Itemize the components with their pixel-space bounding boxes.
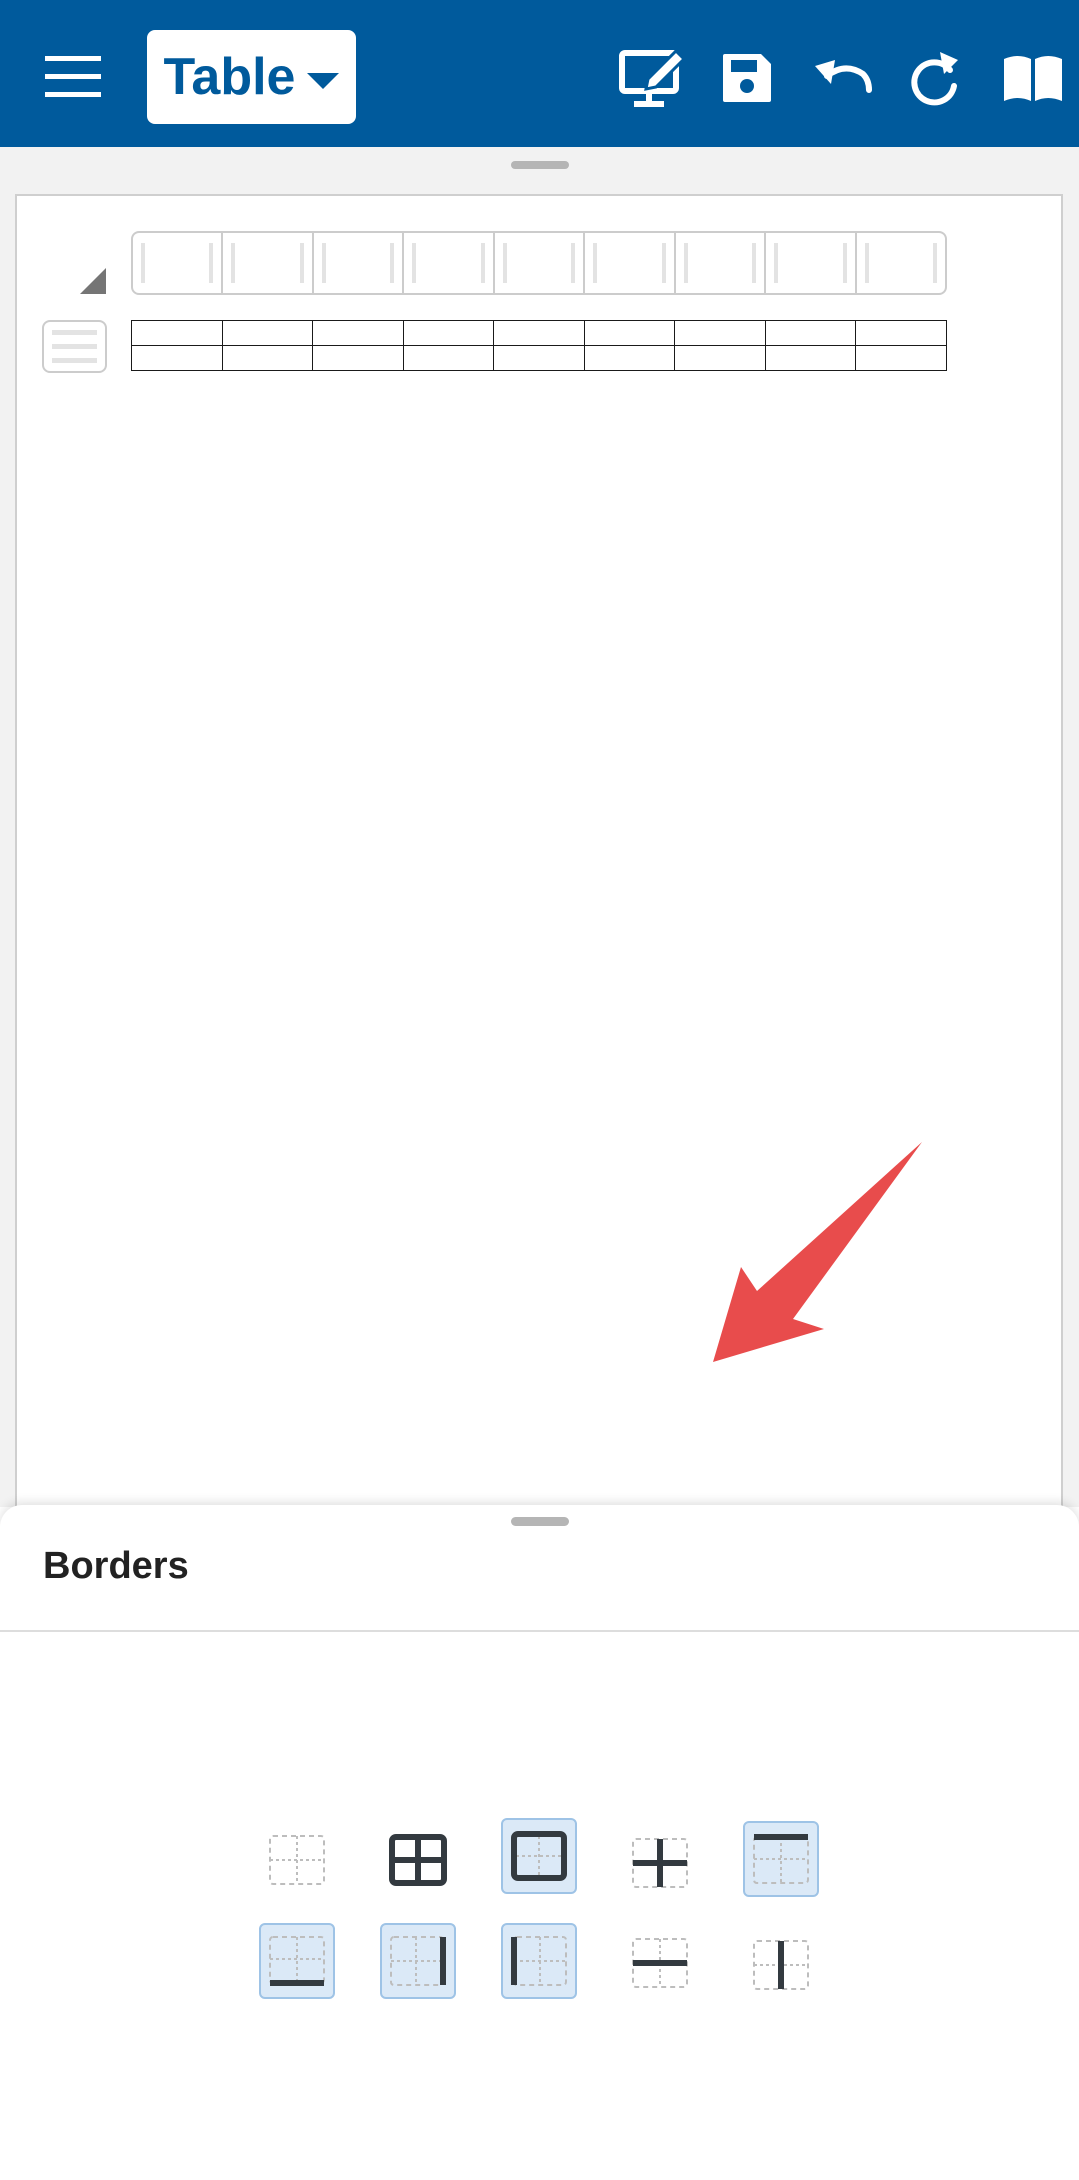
bottom-border-icon xyxy=(269,1936,325,1986)
table-cell[interactable] xyxy=(221,345,314,371)
inner-borders-button[interactable] xyxy=(622,1825,698,1901)
all-borders-button[interactable] xyxy=(380,1822,456,1898)
column-handle[interactable] xyxy=(766,233,857,293)
table-cell[interactable] xyxy=(312,320,404,346)
top-border-icon xyxy=(753,1834,809,1884)
table-cell[interactable] xyxy=(493,320,585,346)
all-borders-icon xyxy=(389,1834,447,1886)
table-cell[interactable] xyxy=(855,345,947,371)
table-cell[interactable] xyxy=(855,320,947,346)
undo-icon[interactable] xyxy=(805,40,881,116)
table-cell[interactable] xyxy=(674,345,766,371)
table-cell[interactable] xyxy=(493,345,585,371)
column-handle[interactable] xyxy=(857,233,945,293)
column-handle[interactable] xyxy=(495,233,586,293)
right-border-icon xyxy=(390,1936,446,1986)
table-select-corner[interactable] xyxy=(80,268,106,294)
row-handle-bar xyxy=(52,344,97,349)
table-cell[interactable] xyxy=(764,345,857,371)
inner-borders-icon xyxy=(632,1838,688,1888)
save-icon[interactable] xyxy=(715,40,779,116)
row-handle-bar xyxy=(52,330,97,335)
outer-borders-button[interactable] xyxy=(501,1818,577,1894)
table-cell[interactable] xyxy=(583,320,676,346)
inner-horizontal-border-button[interactable] xyxy=(622,1925,698,2001)
left-border-button[interactable] xyxy=(501,1923,577,1999)
redo-icon[interactable] xyxy=(902,40,970,116)
table-cell[interactable] xyxy=(583,345,676,371)
mode-label: Table xyxy=(163,48,296,106)
no-borders-icon xyxy=(269,1835,325,1885)
drag-handle[interactable] xyxy=(511,161,569,169)
row-ruler[interactable] xyxy=(42,320,107,373)
row-handle-bar xyxy=(52,358,97,363)
table-cell[interactable] xyxy=(131,320,223,346)
column-handle[interactable] xyxy=(404,233,495,293)
table-cell[interactable] xyxy=(221,320,314,346)
column-handle[interactable] xyxy=(133,233,224,293)
table-cell[interactable] xyxy=(312,345,404,371)
table-cell[interactable] xyxy=(402,345,495,371)
hamburger-menu-icon[interactable] xyxy=(28,35,118,119)
borders-sheet: Borders xyxy=(0,1505,1079,2180)
book-icon[interactable] xyxy=(998,40,1068,116)
monitor-edit-icon[interactable] xyxy=(612,40,694,116)
column-handle[interactable] xyxy=(314,233,405,293)
table-cell[interactable] xyxy=(674,320,766,346)
sheet-title: Borders xyxy=(43,1545,189,1587)
column-ruler[interactable] xyxy=(131,231,947,295)
document-table[interactable] xyxy=(131,320,947,371)
inner-horizontal-border-icon xyxy=(632,1938,688,1988)
bottom-border-button[interactable] xyxy=(259,1923,335,1999)
sheet-drag-handle[interactable] xyxy=(511,1517,569,1526)
column-handle[interactable] xyxy=(585,233,676,293)
sheet-divider xyxy=(0,1630,1079,1632)
top-toolbar: Table xyxy=(0,0,1079,147)
outer-borders-icon xyxy=(511,1831,567,1881)
mode-dropdown[interactable]: Table xyxy=(147,30,356,124)
table-cell[interactable] xyxy=(402,320,495,346)
inner-vertical-border-icon xyxy=(753,1940,809,1990)
table-cell[interactable] xyxy=(764,320,857,346)
no-borders-button[interactable] xyxy=(259,1822,335,1898)
inner-vertical-border-button[interactable] xyxy=(743,1927,819,2003)
table-row xyxy=(131,345,947,371)
left-border-icon xyxy=(511,1936,567,1986)
pointer-arrow-icon xyxy=(713,1142,922,1362)
column-handle[interactable] xyxy=(223,233,314,293)
caret-down-icon xyxy=(307,73,340,89)
table-row xyxy=(131,320,947,346)
top-border-button[interactable] xyxy=(743,1821,819,1897)
table-cell[interactable] xyxy=(131,345,223,371)
column-handle[interactable] xyxy=(676,233,767,293)
right-border-button[interactable] xyxy=(380,1923,456,1999)
